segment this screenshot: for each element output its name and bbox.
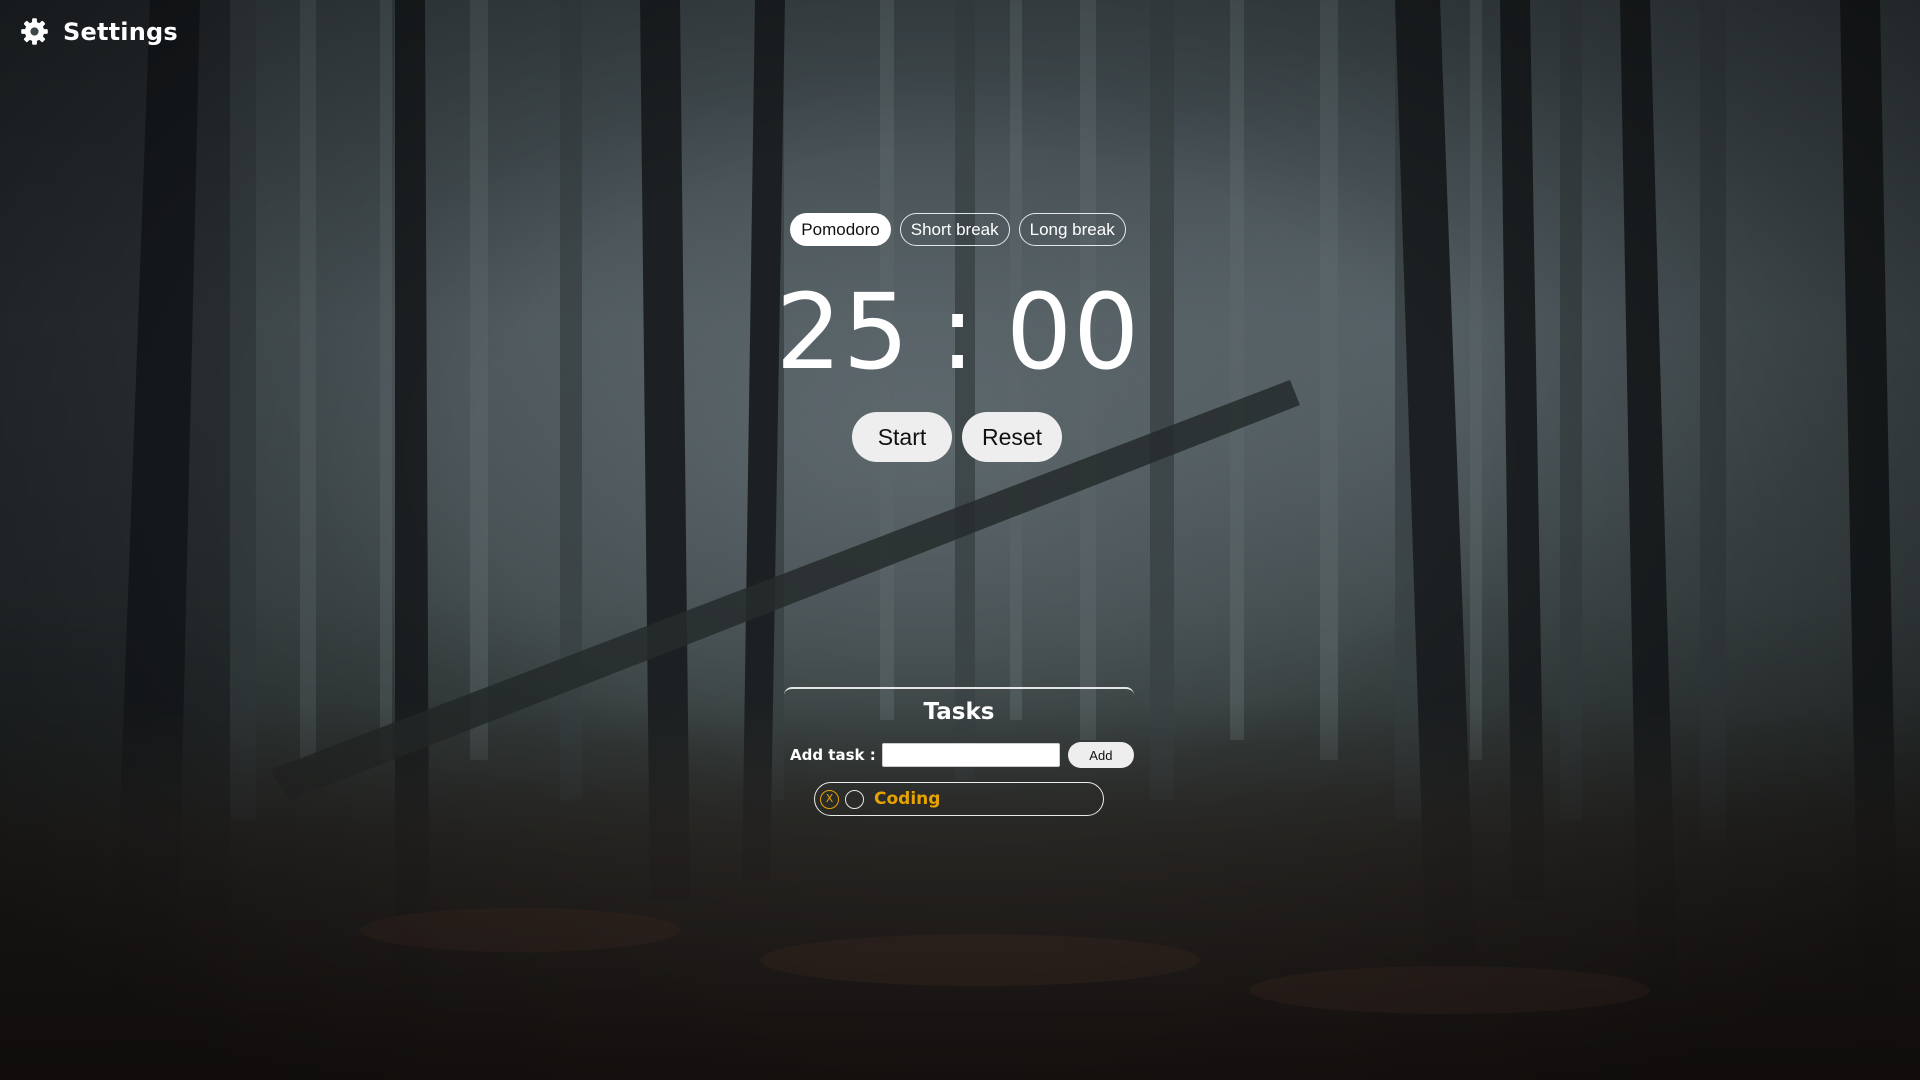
add-task-row: Add task : Add: [784, 742, 1134, 768]
task-text: Coding: [874, 789, 941, 809]
delete-task-icon[interactable]: X: [820, 789, 839, 809]
settings-label: Settings: [63, 17, 178, 46]
timer-minutes: 25: [775, 271, 910, 393]
complete-task-checkbox[interactable]: [845, 789, 864, 809]
tasks-panel: Tasks Add task : Add X Coding: [784, 687, 1134, 816]
timer-display: 25:00: [0, 272, 1920, 392]
tab-pomodoro[interactable]: Pomodoro: [790, 213, 891, 246]
mode-tabs: Pomodoro Short break Long break: [0, 213, 1920, 246]
settings-button[interactable]: Settings: [20, 17, 178, 46]
add-task-label: Add task :: [790, 746, 876, 764]
start-button[interactable]: Start: [852, 412, 952, 462]
timer-separator: :: [939, 271, 977, 393]
tasks-title: Tasks: [923, 699, 995, 725]
reset-button[interactable]: Reset: [962, 412, 1062, 462]
gear-icon: [20, 17, 49, 46]
timer-panel: Pomodoro Short break Long break 25:00 St…: [0, 213, 1920, 462]
add-task-button[interactable]: Add: [1067, 742, 1134, 768]
timer-controls: Start Reset: [0, 412, 1920, 462]
timer-seconds: 00: [1006, 271, 1141, 393]
tab-long-break[interactable]: Long break: [1018, 213, 1126, 246]
vignette-overlay: [0, 0, 1920, 1080]
tab-short-break[interactable]: Short break: [899, 213, 1010, 246]
task-list: X Coding: [784, 782, 1134, 816]
add-task-input[interactable]: [881, 743, 1060, 767]
task-item: X Coding: [814, 782, 1104, 816]
